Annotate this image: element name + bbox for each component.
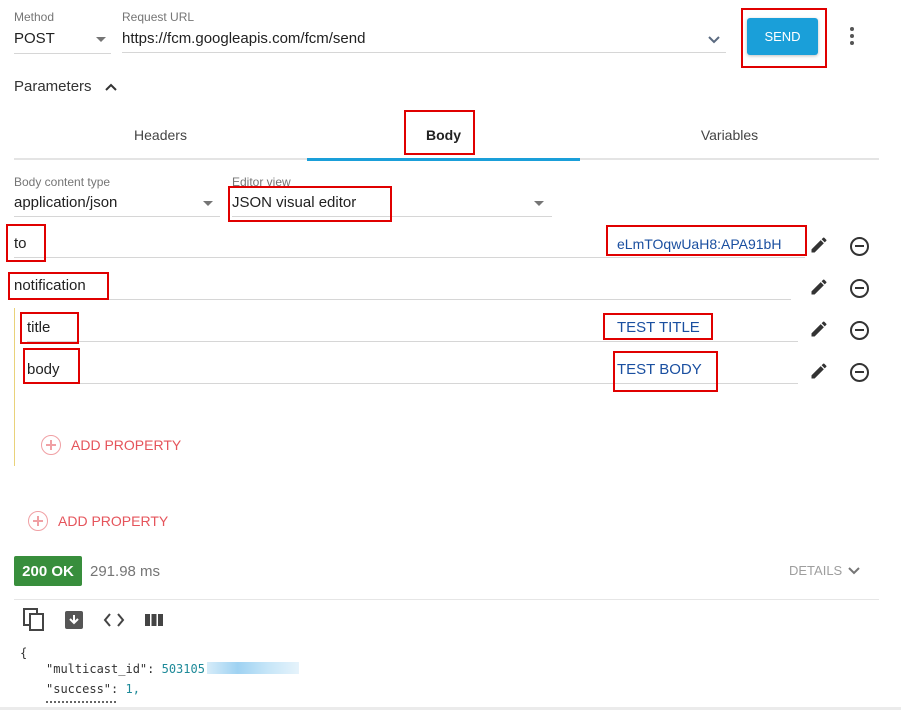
property-name-title[interactable]: title [27,319,50,336]
json-line-success: "success": 1, [46,682,140,696]
edit-icon[interactable] [809,277,829,297]
editor-view-select[interactable]: JSON visual editor [232,192,552,216]
tab-active-indicator [307,158,580,161]
url-input[interactable]: https://fcm.googleapis.com/fcm/send [122,27,726,53]
response-time: 291.98 ms [90,563,161,580]
remove-circle-icon[interactable] [847,276,871,300]
tab-body[interactable]: Body [307,127,580,143]
add-circle-icon [41,435,61,455]
method-select[interactable]: POST [14,27,111,53]
row-underline [27,383,798,384]
chevron-down-icon [848,566,860,574]
add-property-button[interactable]: ADD PROPERTY [28,511,168,531]
edit-icon[interactable] [809,319,829,339]
chevron-down-icon [96,37,106,42]
content-type-underline [14,216,220,217]
editor-view-value: JSON visual editor [232,194,357,211]
property-name-to[interactable]: to [14,235,27,252]
method-label: Method [14,10,55,24]
chevron-down-icon[interactable] [706,32,722,48]
more-vert-icon[interactable] [849,27,855,45]
save-download-icon[interactable] [64,610,84,630]
chevron-down-icon [203,201,213,206]
edit-icon[interactable] [809,235,829,255]
remove-circle-icon[interactable] [847,360,871,384]
url-value: https://fcm.googleapis.com/fcm/send [122,30,366,47]
add-property-label: ADD PROPERTY [58,513,169,529]
content-type-select[interactable]: application/json [14,192,220,216]
json-key: "multicast_id" [46,662,148,676]
json-line-multicast: "multicast_id": 503105 [46,662,299,676]
parameters-title: Parameters [14,78,92,95]
content-type-value: application/json [14,194,118,211]
tab-variables[interactable]: Variables [580,127,879,143]
remove-circle-icon[interactable] [847,318,871,342]
nested-object-border [14,308,15,466]
send-button[interactable]: SEND [747,18,818,55]
json-number: 503105 [161,662,205,676]
edit-icon[interactable] [809,361,829,381]
json-number: 1, [125,682,140,696]
json-open-brace: { [20,646,28,660]
editor-view-underline [232,216,552,217]
add-property-nested-label: ADD PROPERTY [71,437,182,453]
method-value: POST [14,30,55,47]
tab-headers[interactable]: Headers [14,127,307,143]
editor-view-label: Editor view [232,175,291,189]
property-name-notification[interactable]: notification [14,277,86,294]
chevron-down-icon [534,201,544,206]
json-key: "success" [46,682,112,696]
columns-icon[interactable] [145,612,163,628]
add-circle-icon [28,511,48,531]
code-view-icon[interactable] [103,612,125,628]
details-label: DETAILS [789,563,843,578]
chevron-up-icon [104,83,117,91]
property-value-body[interactable]: TEST BODY [617,361,702,378]
remove-circle-icon[interactable] [847,234,871,258]
copy-icon[interactable] [23,608,45,632]
redacted-blur [206,662,299,674]
parameters-toggle[interactable]: Parameters [14,78,118,95]
status-badge: 200 OK [14,556,82,586]
add-property-nested-button[interactable]: ADD PROPERTY [41,435,181,455]
url-underline [122,52,726,53]
url-label: Request URL [122,10,195,24]
property-value-title[interactable]: TEST TITLE [617,319,700,336]
property-value-to[interactable]: eLmTOqwUaH8:APA91bH [617,236,800,252]
row-underline [14,299,791,300]
content-type-label: Body content type [14,175,111,189]
method-underline [14,53,111,54]
details-toggle[interactable]: DETAILS [789,563,860,578]
row-underline [27,341,798,342]
row-underline [14,257,805,258]
property-name-body[interactable]: body [27,361,60,378]
response-divider [14,599,879,600]
